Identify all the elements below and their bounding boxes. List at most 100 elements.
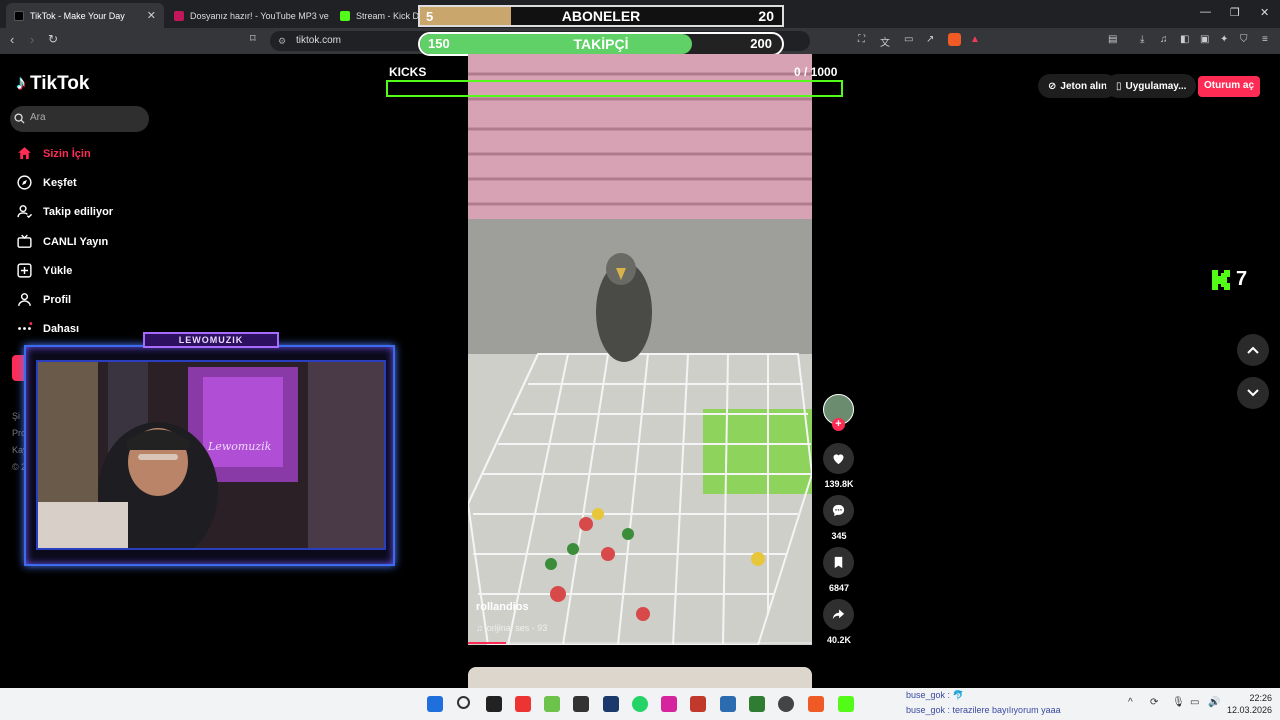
cast-icon[interactable]: ▭ (904, 34, 913, 45)
app-icon[interactable] (749, 696, 765, 712)
tiktok-favicon-icon (14, 10, 24, 21)
subscriber-goal-bar: 5 ABONELER 20 (418, 5, 784, 27)
back-icon[interactable]: ‹ (10, 32, 14, 47)
sidebar-item-for-you[interactable]: Sizin İçin (16, 145, 91, 162)
webcam-feed: Lewomuzik (36, 360, 386, 550)
app-icon[interactable] (778, 696, 794, 712)
comment-icon (832, 504, 845, 517)
sidebar-item-following[interactable]: Takip ediliyor (16, 203, 113, 220)
url-text: tiktok.com (296, 35, 342, 46)
tab-title: Stream - Kick D (356, 10, 418, 21)
sidebar-item-profile[interactable]: Profil (16, 291, 71, 308)
brave-browser-icon[interactable] (808, 696, 824, 712)
tray-sync-icon[interactable]: ⟳ (1150, 697, 1158, 708)
save-count: 6847 (828, 583, 850, 593)
sidebar-item-more[interactable]: Dahası (16, 320, 79, 337)
wallet-icon[interactable]: ▣ (1200, 34, 1209, 45)
brave-shield-icon[interactable] (948, 33, 961, 46)
epic-games-icon[interactable] (573, 696, 589, 712)
share-button[interactable] (823, 599, 854, 630)
like-count: 139.8K (824, 479, 854, 489)
app-icon[interactable] (690, 696, 706, 712)
network-icon[interactable]: ▭ (1190, 697, 1199, 708)
tab-kick-stream[interactable]: Stream - Kick D (332, 3, 418, 28)
download-icon[interactable]: ⤓ (1140, 34, 1144, 45)
media-icon[interactable]: ⛶ (858, 34, 865, 45)
heart-icon (833, 454, 844, 465)
share-count: 40.2K (826, 635, 852, 645)
sidebar-item-upload[interactable]: Yükle (16, 262, 72, 279)
follow-plus-icon[interactable]: + (832, 418, 845, 431)
like-button[interactable] (823, 443, 854, 474)
brave-rewards-icon[interactable]: ▲ (970, 34, 980, 45)
instagram-icon[interactable] (661, 696, 677, 712)
sidebar-item-explore[interactable]: Keşfet (16, 174, 77, 191)
previous-video-button[interactable] (1237, 334, 1269, 366)
sidebar-item-label: Yükle (43, 264, 73, 277)
comment-button[interactable] (823, 495, 854, 526)
sidebar-toggle-icon[interactable]: ▤ (1108, 34, 1117, 45)
music-icon[interactable]: ♫ (1160, 34, 1168, 45)
maximize-icon[interactable]: ❐ (1230, 6, 1240, 19)
anydesk-icon[interactable] (515, 696, 531, 712)
tiktok-logo[interactable]: ♪ TikTok (16, 72, 89, 95)
close-tab-icon[interactable]: ✕ (147, 9, 156, 22)
forward-icon[interactable]: › (30, 32, 34, 47)
search-input[interactable]: Ara (10, 106, 149, 132)
minimize-icon[interactable]: — (1200, 6, 1211, 18)
video-author[interactable]: rollandios (476, 601, 529, 613)
window-close-icon[interactable]: ✕ (1260, 6, 1269, 19)
app-icon[interactable] (838, 696, 854, 712)
follower-goal-bar: 150 TAKİPÇİ 200 (418, 32, 784, 56)
whatsapp-icon[interactable] (632, 696, 648, 712)
next-video-button[interactable] (1237, 377, 1269, 409)
bookmark-icon (834, 556, 843, 569)
taskbar-date[interactable]: 12.03.2026 (1226, 705, 1272, 715)
site-settings-icon[interactable]: ⚙ (278, 36, 286, 47)
taskbar-time[interactable]: 22:26 (1246, 693, 1272, 703)
music-note-icon: ♫ (476, 623, 483, 633)
site-favicon-icon (174, 10, 184, 21)
tray-chevron-icon[interactable]: ^ (1128, 697, 1133, 708)
save-button[interactable] (823, 547, 854, 578)
obs-icon[interactable] (486, 696, 502, 712)
menu-icon[interactable]: ≡ (1262, 34, 1268, 45)
tab-tiktok[interactable]: TikTok - Make Your Day ✕ (6, 3, 164, 28)
streamer-name-badge: LEWOMUZIK (143, 332, 279, 348)
chat-message: buse_gok : terazilere bayılıyorum yaaa (906, 705, 1061, 715)
start-menu-icon[interactable] (427, 696, 443, 712)
reload-icon[interactable]: ↻ (48, 32, 58, 46)
next-video-preview[interactable] (468, 667, 812, 688)
vpn-shield-icon[interactable]: ⛉ (1240, 34, 1248, 45)
steam-icon[interactable] (603, 696, 619, 712)
share-icon[interactable]: ↗ (926, 34, 934, 45)
sidebar-item-live[interactable]: CANLI Yayın (16, 233, 108, 250)
bookmark-icon[interactable]: ⌑ (250, 32, 256, 45)
video-progress-fill (468, 642, 506, 644)
webcam-image: Lewomuzik (38, 362, 384, 548)
leo-ai-icon[interactable]: ✦ (1220, 34, 1228, 45)
volume-icon[interactable]: 🔊 (1208, 697, 1220, 708)
sidebar-item-label: CANLI Yayın (43, 235, 109, 248)
follower-goal-target: 200 (750, 36, 772, 51)
search-icon[interactable] (14, 113, 25, 124)
share-arrow-icon (832, 609, 845, 620)
search-taskbar-icon[interactable] (457, 696, 470, 709)
app-icon[interactable] (720, 696, 736, 712)
subscriber-goal-target: 20 (758, 8, 774, 24)
video-player[interactable] (468, 54, 812, 645)
game-icon[interactable] (544, 696, 560, 712)
kicks-goal-count: 0 / 1000 (794, 65, 838, 79)
login-button[interactable]: Oturum aç (1198, 76, 1261, 97)
video-sound[interactable]: ♫ orijinal ses - 93 (476, 623, 547, 633)
get-app-button[interactable]: ▯ Uygulamay... (1106, 74, 1197, 98)
panel-icon[interactable]: ◧ (1180, 34, 1189, 45)
coin-icon: ⊘ (1048, 80, 1057, 92)
video-progress-bar[interactable] (468, 642, 812, 644)
kick-counter-value: 7 (1236, 268, 1248, 290)
sidebar-item-label: Sizin İçin (43, 147, 91, 160)
microphone-icon[interactable]: 🎙 (1172, 697, 1185, 708)
tab-title: TikTok - Make Your Day (30, 10, 125, 21)
tab-youtube-mp3[interactable]: Dosyanız hazır! - YouTube MP3 ve M (166, 3, 330, 28)
translate-icon[interactable]: 文 (880, 34, 890, 49)
